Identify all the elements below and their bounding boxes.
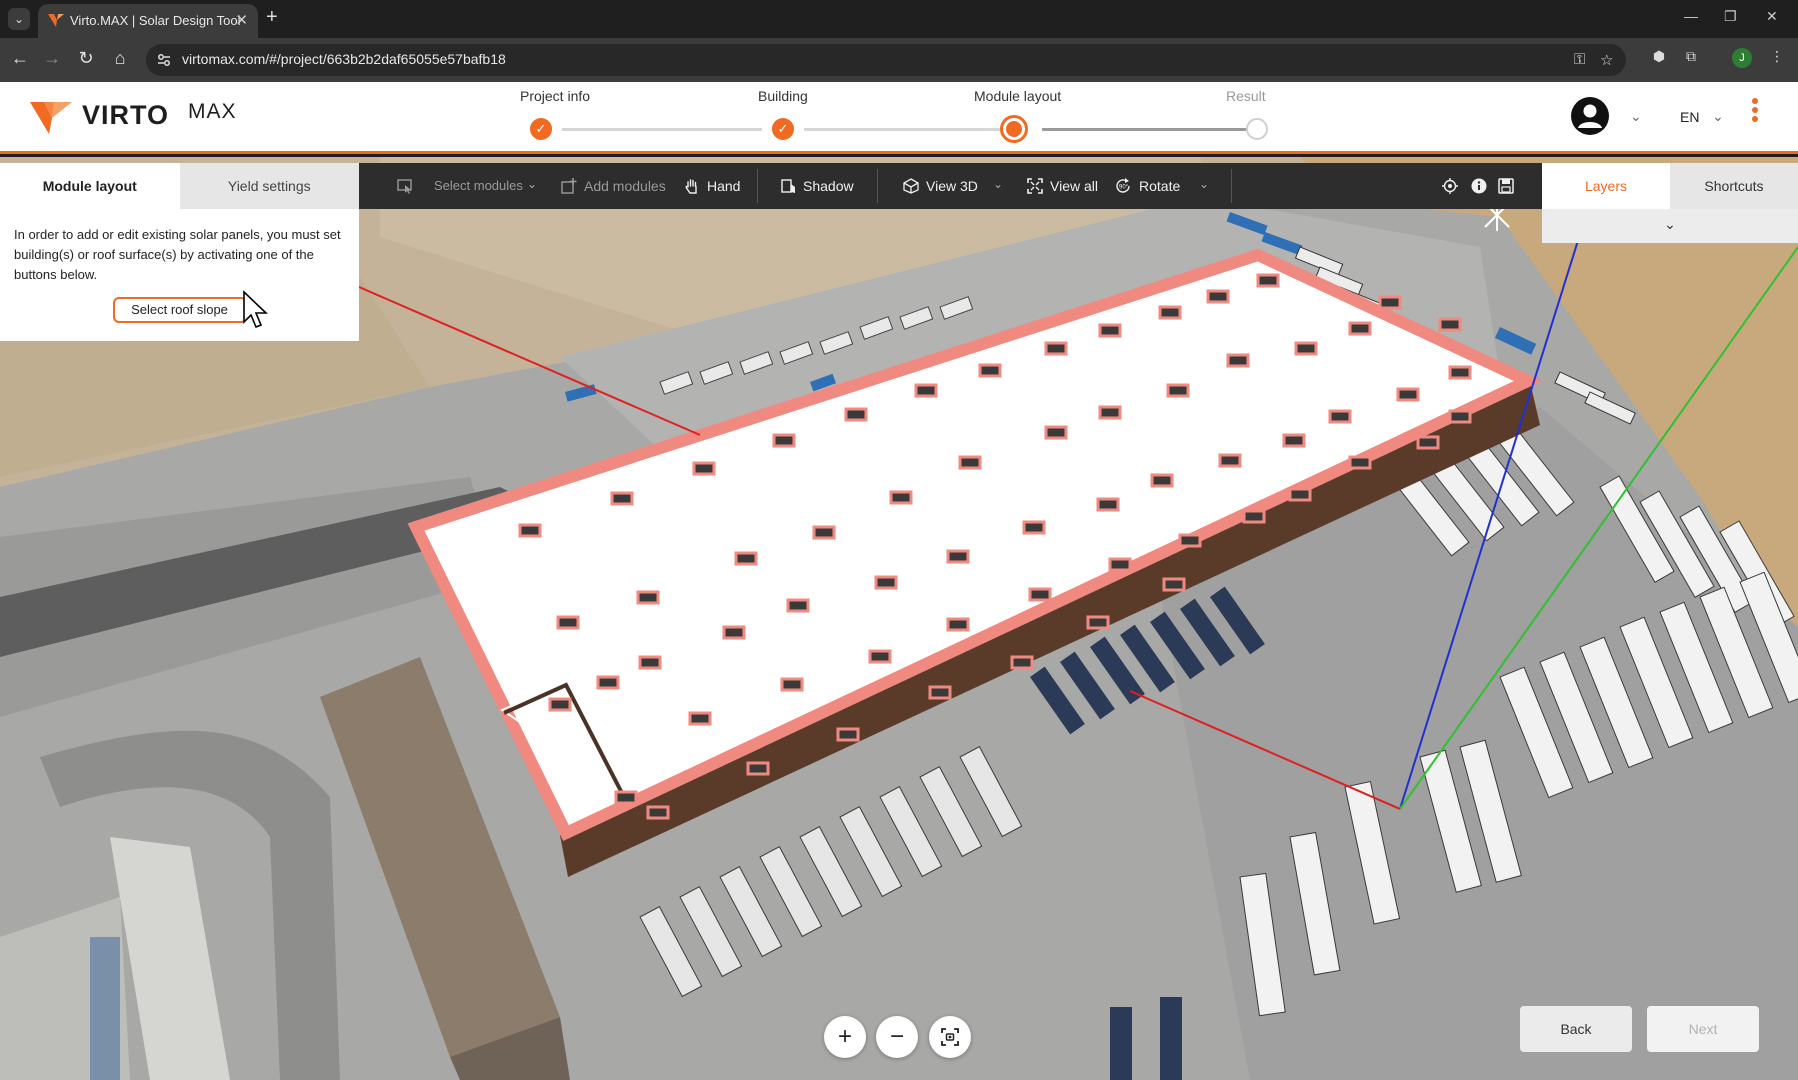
rotate-chevron-down-icon[interactable]: ⌄ [1199,177,1209,191]
view-all-label: View all [1050,178,1098,194]
layers-panel: Layers Shortcuts ⌄ [1542,163,1798,243]
tab-layers[interactable]: Layers [1542,163,1670,209]
panel-instruction-text: In order to add or edit existing solar p… [14,227,341,282]
module-layout-panel: Module layout Yield settings In order to… [0,163,359,341]
step-connector [562,128,762,131]
add-modules-tool[interactable]: Add modules [561,163,666,209]
focus-frame-icon [941,1028,959,1046]
extension-shield-icon[interactable]: ⬢ [1648,48,1670,70]
view-all-tool[interactable]: View all [1027,163,1098,209]
hand-tool[interactable]: Hand [684,163,740,209]
progress-stepper: Project info Building Module layout Resu… [520,82,1280,154]
extensions-puzzle-icon[interactable]: ⧉ [1680,48,1702,70]
minimize-icon[interactable]: — [1684,8,1698,24]
brand-name: VIRTO [82,100,170,130]
view-3d-chevron-down-icon[interactable]: ⌄ [993,177,1003,191]
tab-yield-settings[interactable]: Yield settings [179,163,359,209]
virto-logo-icon [30,102,72,134]
language-chevron-down-icon[interactable]: ⌄ [1712,108,1724,125]
tab-close-icon[interactable]: ✕ [235,11,248,29]
svg-text:90°: 90° [1119,185,1129,191]
site-settings-icon[interactable] [156,52,172,68]
browser-tab[interactable]: Virto.MAX | Solar Design Tool ✕ [38,4,258,38]
step-connector [1042,128,1246,131]
tab-title: Virto.MAX | Solar Design Tool [70,13,241,28]
step-label-result: Result [1226,88,1266,104]
user-account-icon[interactable] [1570,96,1610,136]
tab-search-chevron-icon[interactable]: ⌄ [8,8,30,30]
shadow-tool[interactable]: Shadow [780,163,854,209]
hand-icon [685,179,697,194]
close-window-icon[interactable]: ✕ [1766,8,1778,25]
account-chevron-down-icon[interactable]: ⌄ [1630,108,1642,125]
toolbar-divider [1231,169,1232,203]
select-modules-tool[interactable]: Select modules [397,163,523,209]
hand-label: Hand [707,178,741,194]
shadow-icon [781,179,795,193]
step-active-indicator[interactable] [1000,115,1028,143]
view-3d-tool[interactable]: View 3D [903,163,978,209]
select-roof-slope-button[interactable]: Select roof slope [112,297,247,323]
toolbar-divider [877,169,878,203]
save-disk-icon[interactable] [1498,178,1514,194]
language-selector[interactable]: EN [1680,109,1699,125]
back-button[interactable]: Back [1520,1006,1632,1052]
home-icon[interactable]: ⌂ [108,48,132,69]
zoom-in-button[interactable]: + [824,1016,866,1058]
profile-avatar[interactable]: J [1732,48,1752,68]
info-icon[interactable] [1471,178,1487,194]
browser-addressbar: ← → ↻ ⌂ virtomax.com/#/project/663b2b2da… [0,38,1798,82]
app-menu-kebab-icon[interactable] [1752,98,1760,128]
back-arrow-icon[interactable]: ← [8,48,32,69]
rotate-90-icon: 90° [1116,178,1130,193]
browser-tabbar: ⌄ Virto.MAX | Solar Design Tool ✕ + — ❐ … [0,0,1798,38]
add-modules-icon [561,178,577,194]
url-bar[interactable]: virtomax.com/#/project/663b2b2daf65055e5… [146,44,1626,76]
fit-to-screen-button[interactable] [929,1016,971,1058]
right-panel-tabs: Layers Shortcuts [1542,163,1798,209]
step-label-module-layout: Module layout [974,88,1062,104]
rotate-tool[interactable]: 90° Rotate [1114,163,1180,209]
brand-suffix: MAX [188,100,237,123]
tab-module-layout[interactable]: Module layout [0,163,180,209]
url-text: virtomax.com/#/project/663b2b2daf65055e5… [182,51,506,67]
app-header: VIRTO MAX Project info Building Module l… [0,82,1798,154]
forward-arrow-icon[interactable]: → [40,48,64,69]
toolbar-divider [757,169,758,203]
virto-favicon-icon [48,14,64,27]
select-modules-icon [397,179,412,194]
mouse-cursor-icon [243,290,268,329]
select-modules-chevron-down-icon[interactable]: ⌄ [527,177,537,191]
browser-menu-icon[interactable]: ⋮ [1766,48,1788,70]
shadow-label: Shadow [803,178,854,194]
expand-view-all-icon [1027,178,1043,194]
step-connector [804,128,1010,131]
zoom-out-button[interactable]: − [876,1016,918,1058]
tab-shortcuts[interactable]: Shortcuts [1670,163,1798,209]
step-pending-indicator [1246,118,1268,140]
bookmark-star-icon[interactable]: ☆ [1600,51,1613,69]
step-done-check-icon[interactable]: ✓ [772,118,794,140]
next-button[interactable]: Next [1647,1006,1759,1052]
step-done-check-icon[interactable]: ✓ [530,118,552,140]
layers-expand-chevron-down-icon[interactable]: ⌄ [1542,209,1798,243]
view-3d-label: View 3D [926,178,978,194]
left-panel-tabs: Module layout Yield settings [0,163,359,209]
step-label-building: Building [758,88,808,104]
select-modules-label: Select modules [434,178,523,193]
target-settings-icon[interactable] [1442,178,1458,194]
key-icon[interactable]: ⚿ [1574,51,1585,68]
step-label-project-info: Project info [520,88,591,104]
restore-icon[interactable]: ❐ [1724,8,1737,25]
reload-icon[interactable]: ↻ [74,48,98,69]
viewport-toolbar: Select modules ⌄ Add modules Hand Shadow… [359,163,1542,209]
rotate-label: Rotate [1139,178,1181,194]
add-modules-label: Add modules [584,178,666,194]
new-tab-icon[interactable]: + [266,6,278,29]
cube-3d-icon [903,178,919,194]
